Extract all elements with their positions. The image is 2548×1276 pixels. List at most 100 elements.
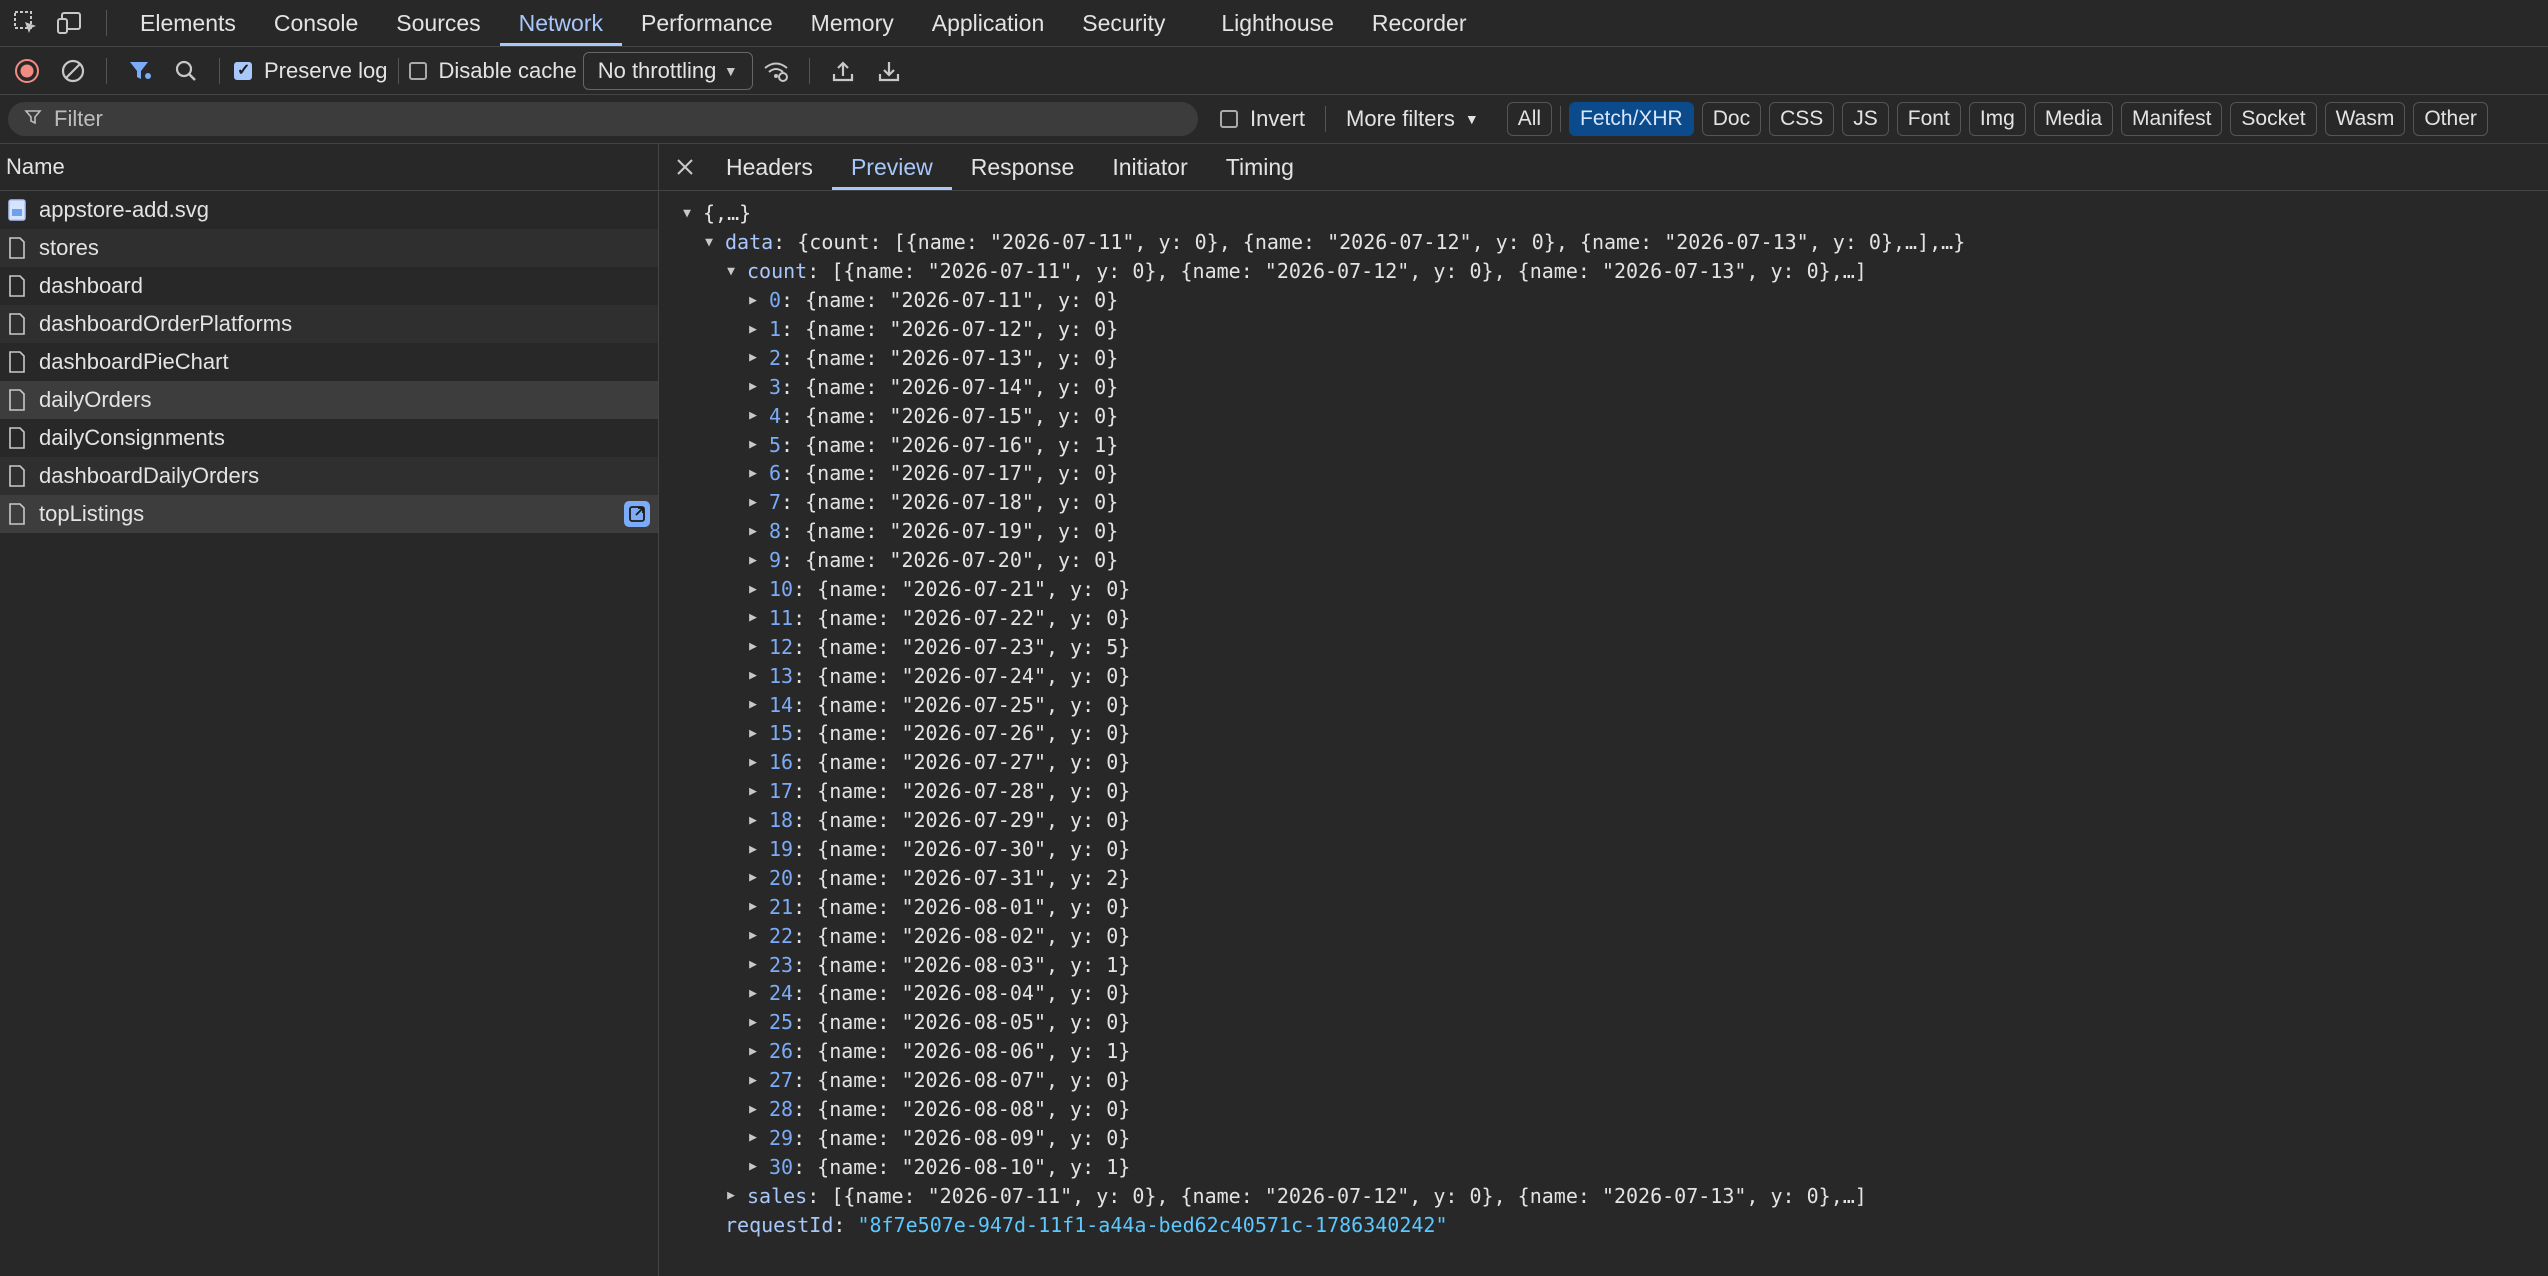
json-count-item-row[interactable]: ▶ 30: {name: " 2026-08-10 ", y: 1} bbox=[659, 1152, 2548, 1181]
collapsed-triangle-icon[interactable]: ▶ bbox=[747, 1102, 759, 1117]
filter-type-font[interactable]: Font bbox=[1896, 102, 1961, 136]
json-count-item-row[interactable]: ▶ 25: {name: " 2026-08-05 ", y: 0} bbox=[659, 1008, 2548, 1037]
request-row[interactable]: dailyOrders bbox=[0, 381, 658, 419]
collapsed-triangle-icon[interactable]: ▶ bbox=[747, 957, 759, 972]
json-count-item-row[interactable]: ▶ 16: {name: " 2026-07-27 ", y: 0} bbox=[659, 748, 2548, 777]
collapsed-triangle-icon[interactable]: ▶ bbox=[725, 1188, 737, 1203]
json-count-item-row[interactable]: ▶ 3: {name: " 2026-07-14 ", y: 0} bbox=[659, 372, 2548, 401]
collapsed-triangle-icon[interactable]: ▶ bbox=[747, 1044, 759, 1059]
json-count-item-row[interactable]: ▶ 27: {name: " 2026-08-07 ", y: 0} bbox=[659, 1066, 2548, 1095]
collapsed-triangle-icon[interactable]: ▶ bbox=[747, 639, 759, 654]
collapsed-triangle-icon[interactable]: ▶ bbox=[747, 1015, 759, 1030]
collapsed-triangle-icon[interactable]: ▶ bbox=[747, 610, 759, 625]
json-count-item-row[interactable]: ▶ 9: {name: " 2026-07-20 ", y: 0} bbox=[659, 546, 2548, 575]
request-row[interactable]: appstore-add.svg bbox=[0, 191, 658, 229]
json-count-item-row[interactable]: ▶ 23: {name: " 2026-08-03 ", y: 1} bbox=[659, 950, 2548, 979]
json-count-item-row[interactable]: ▶ 24: {name: " 2026-08-04 ", y: 0} bbox=[659, 979, 2548, 1008]
tab-preview[interactable]: Preview bbox=[831, 144, 952, 190]
filter-type-js[interactable]: JS bbox=[1842, 102, 1889, 136]
collapsed-triangle-icon[interactable]: ▶ bbox=[747, 553, 759, 568]
expanded-triangle-icon[interactable]: ▼ bbox=[703, 235, 715, 250]
tab-initiator[interactable]: Initiator bbox=[1093, 144, 1206, 190]
json-count-item-row[interactable]: ▶ 1: {name: " 2026-07-12 ", y: 0} bbox=[659, 315, 2548, 344]
network-conditions-icon[interactable] bbox=[753, 48, 799, 94]
json-count-item-row[interactable]: ▶ 10: {name: " 2026-07-21 ", y: 0} bbox=[659, 575, 2548, 604]
request-row[interactable]: stores bbox=[0, 229, 658, 267]
json-count-item-row[interactable]: ▶ 19: {name: " 2026-07-30 ", y: 0} bbox=[659, 835, 2548, 864]
close-icon[interactable] bbox=[663, 144, 707, 190]
collapsed-triangle-icon[interactable]: ▶ bbox=[747, 1130, 759, 1145]
json-count-item-row[interactable]: ▶ 12: {name: " 2026-07-23 ", y: 5} bbox=[659, 632, 2548, 661]
filter-type-css[interactable]: CSS bbox=[1769, 102, 1835, 136]
disable-cache-checkbox[interactable]: Disable cache bbox=[408, 58, 577, 84]
filter-type-wasm[interactable]: Wasm bbox=[2324, 102, 2406, 136]
collapsed-triangle-icon[interactable]: ▶ bbox=[747, 870, 759, 885]
inspect-element-icon[interactable] bbox=[4, 0, 48, 46]
filter-funnel-icon[interactable] bbox=[117, 48, 163, 94]
json-count-item-row[interactable]: ▶ 14: {name: " 2026-07-25 ", y: 0} bbox=[659, 690, 2548, 719]
search-icon[interactable] bbox=[163, 48, 209, 94]
json-count-item-row[interactable]: ▶ 7: {name: " 2026-07-18 ", y: 0} bbox=[659, 488, 2548, 517]
clear-icon[interactable] bbox=[50, 48, 96, 94]
request-row[interactable]: dashboardDailyOrders bbox=[0, 457, 658, 495]
preserve-log-checkbox[interactable]: Preserve log bbox=[234, 58, 388, 84]
json-count-item-row[interactable]: ▶ 13: {name: " 2026-07-24 ", y: 0} bbox=[659, 661, 2548, 690]
collapsed-triangle-icon[interactable]: ▶ bbox=[747, 813, 759, 828]
json-count-item-row[interactable]: ▶ 21: {name: " 2026-08-01 ", y: 0} bbox=[659, 892, 2548, 921]
collapsed-triangle-icon[interactable]: ▶ bbox=[747, 928, 759, 943]
collapsed-triangle-icon[interactable]: ▶ bbox=[747, 1159, 759, 1174]
filter-type-other[interactable]: Other bbox=[2413, 102, 2488, 136]
tab-headers[interactable]: Headers bbox=[707, 144, 832, 190]
filter-type-img[interactable]: Img bbox=[1968, 102, 2026, 136]
stop-recording-button[interactable] bbox=[4, 48, 50, 94]
request-row[interactable]: dashboardOrderPlatforms bbox=[0, 305, 658, 343]
tab-security[interactable]: Security bbox=[1063, 0, 1184, 46]
checkbox-checked[interactable] bbox=[234, 60, 252, 80]
more-filters-dropdown[interactable]: More filters ▼ bbox=[1346, 106, 1479, 132]
json-root-row[interactable]: ▼ {,…} bbox=[659, 199, 2548, 228]
collapsed-triangle-icon[interactable]: ▶ bbox=[747, 726, 759, 741]
collapsed-triangle-icon[interactable]: ▶ bbox=[747, 350, 759, 365]
json-count-row[interactable]: ▼ count: [{name: "2026-07-11", y: 0}, {na… bbox=[659, 257, 2548, 286]
collapsed-triangle-icon[interactable]: ▶ bbox=[747, 408, 759, 423]
collapsed-triangle-icon[interactable]: ▶ bbox=[747, 842, 759, 857]
device-toolbar-icon[interactable] bbox=[48, 0, 92, 46]
tab-sources[interactable]: Sources bbox=[377, 0, 499, 46]
collapsed-triangle-icon[interactable]: ▶ bbox=[747, 322, 759, 337]
collapsed-triangle-icon[interactable]: ▶ bbox=[747, 495, 759, 510]
tab-memory[interactable]: Memory bbox=[792, 0, 913, 46]
filter-type-socket[interactable]: Socket bbox=[2230, 102, 2317, 136]
tab-application[interactable]: Application bbox=[913, 0, 1064, 46]
tab-lighthouse[interactable]: Lighthouse bbox=[1202, 0, 1353, 46]
collapsed-triangle-icon[interactable]: ▶ bbox=[747, 466, 759, 481]
json-count-item-row[interactable]: ▶ 5: {name: " 2026-07-16 ", y: 1} bbox=[659, 430, 2548, 459]
collapsed-triangle-icon[interactable]: ▶ bbox=[747, 755, 759, 770]
request-row[interactable]: topListings bbox=[0, 495, 658, 533]
tab-console[interactable]: Console bbox=[255, 0, 377, 46]
import-har-icon[interactable] bbox=[820, 48, 866, 94]
json-count-item-row[interactable]: ▶ 18: {name: " 2026-07-29 ", y: 0} bbox=[659, 806, 2548, 835]
checkbox-unchecked[interactable] bbox=[1220, 110, 1238, 128]
tab-recorder[interactable]: Recorder bbox=[1353, 0, 1486, 46]
collapsed-triangle-icon[interactable]: ▶ bbox=[747, 1073, 759, 1088]
request-row[interactable]: dashboard bbox=[0, 267, 658, 305]
filter-type-media[interactable]: Media bbox=[2033, 102, 2114, 136]
json-count-item-row[interactable]: ▶ 2: {name: " 2026-07-13 ", y: 0} bbox=[659, 343, 2548, 372]
filter-type-manifest[interactable]: Manifest bbox=[2121, 102, 2223, 136]
open-in-panel-icon[interactable] bbox=[624, 501, 650, 527]
name-column-header[interactable]: Name bbox=[0, 144, 658, 191]
tab-elements[interactable]: Elements bbox=[121, 0, 255, 46]
json-data-row[interactable]: ▼ data: {count: [{name: "2026-07-11", y: … bbox=[659, 228, 2548, 257]
tab-performance[interactable]: Performance bbox=[622, 0, 792, 46]
expanded-triangle-icon[interactable]: ▼ bbox=[725, 264, 737, 279]
json-count-item-row[interactable]: ▶ 22: {name: " 2026-08-02 ", y: 0} bbox=[659, 921, 2548, 950]
collapsed-triangle-icon[interactable]: ▶ bbox=[747, 524, 759, 539]
tab-timing[interactable]: Timing bbox=[1207, 144, 1313, 190]
collapsed-triangle-icon[interactable]: ▶ bbox=[747, 437, 759, 452]
filter-type-doc[interactable]: Doc bbox=[1701, 102, 1762, 136]
json-sales-row[interactable]: ▶ sales: [{name: "2026-07-11", y: 0}, {na… bbox=[659, 1181, 2548, 1210]
request-row[interactable]: dailyConsignments bbox=[0, 419, 658, 457]
json-count-item-row[interactable]: ▶ 6: {name: " 2026-07-17 ", y: 0} bbox=[659, 459, 2548, 488]
collapsed-triangle-icon[interactable]: ▶ bbox=[747, 379, 759, 394]
json-count-item-row[interactable]: ▶ 4: {name: " 2026-07-15 ", y: 0} bbox=[659, 401, 2548, 430]
